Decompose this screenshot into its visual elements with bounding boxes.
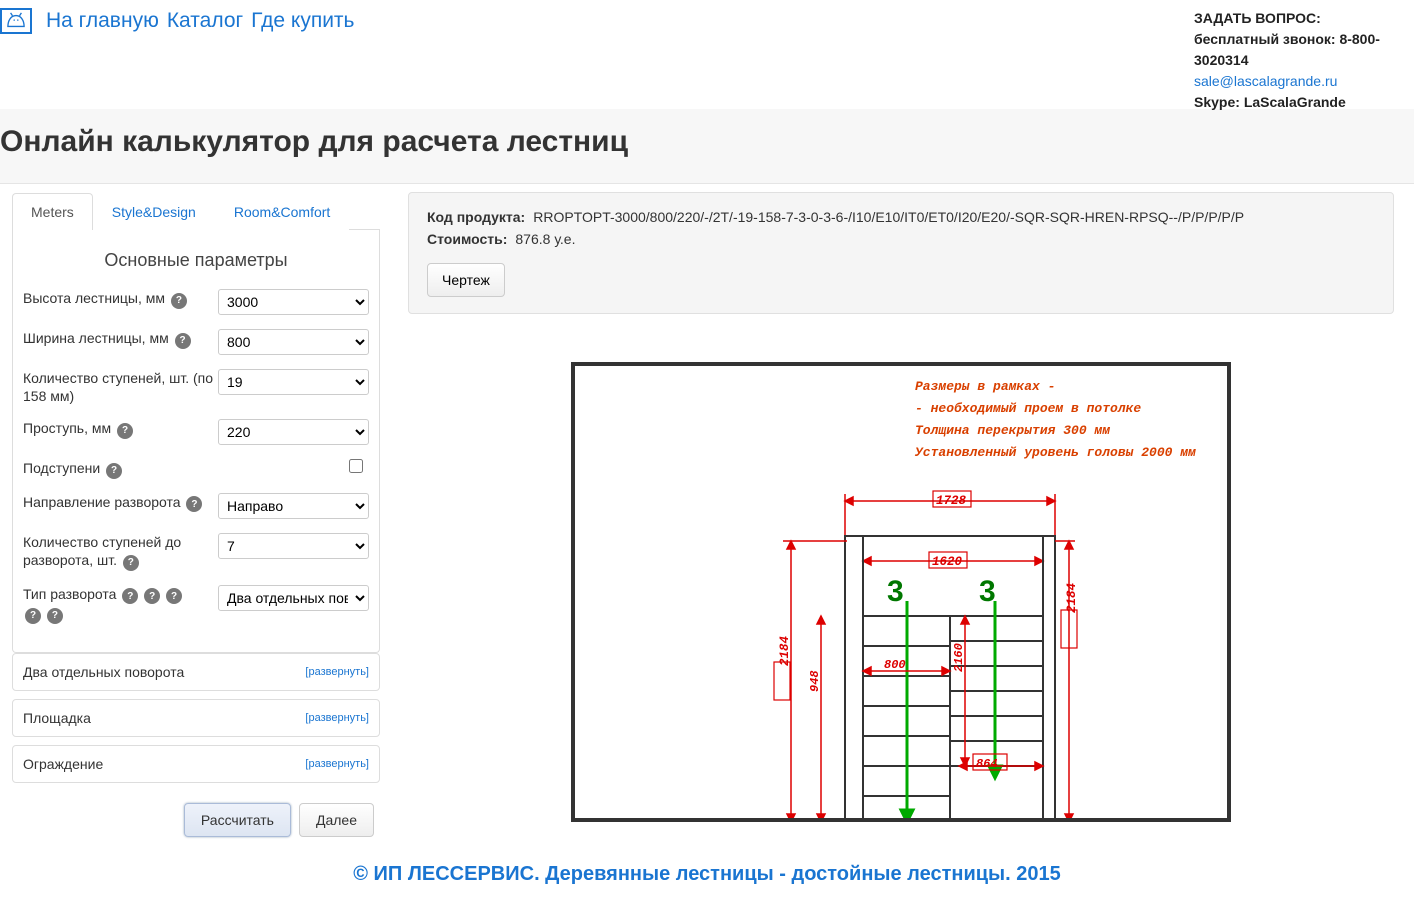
help-icon[interactable]: ? [186, 496, 202, 512]
dim-right-outer: 2184 [1065, 582, 1079, 613]
footer: © ИП ЛЕССЕРВИС. Деревянные лестницы - до… [0, 841, 1414, 898]
select-width[interactable]: 800 [218, 329, 369, 355]
nav-catalog[interactable]: Каталог [167, 9, 243, 33]
help-icon[interactable]: ? [106, 463, 122, 479]
dim-864: 864 [976, 757, 998, 771]
stair-drawing-svg: Размеры в рамках - - необходимый проем в… [575, 366, 1231, 822]
row-tread: Проступь, мм ? 220 [23, 419, 369, 445]
help-icon[interactable]: ? [117, 423, 133, 439]
legend-l2: - необходимый проем в потолке [915, 401, 1141, 416]
dim-left-outer: 2184 [778, 635, 792, 666]
drawing-frame: Размеры в рамках - - необходимый проем в… [571, 362, 1231, 822]
product-cost-value: 876.8 у.е. [515, 231, 575, 247]
tab-meters[interactable]: Meters [12, 193, 93, 230]
tab-room[interactable]: Room&Comfort [215, 193, 349, 230]
next-button[interactable]: Далее [299, 803, 374, 837]
product-cost-label: Стоимость: [427, 231, 507, 247]
label-steps: Количество ступеней, шт. (по 158 мм) [23, 370, 213, 404]
help-icon[interactable]: ? [144, 588, 160, 604]
label-turn-dir: Направление разворота [23, 494, 181, 510]
dim-top-inner: 1620 [932, 555, 963, 569]
select-height[interactable]: 3000 [218, 289, 369, 315]
drawing-area: Размеры в рамках - - необходимый проем в… [408, 362, 1394, 822]
drawing-button[interactable]: Чертеж [427, 263, 505, 297]
select-tread[interactable]: 220 [218, 419, 369, 445]
nav-home[interactable]: На главную [46, 9, 159, 33]
label-height: Высота лестницы, мм [23, 290, 165, 306]
label-risers: Подступени [23, 460, 100, 476]
acc-title: Площадка [23, 710, 91, 726]
row-steps-before: Количество ступеней до разворота, шт. ? … [23, 533, 369, 571]
help-icon[interactable]: ? [123, 555, 139, 571]
row-width: Ширина лестницы, мм ? 800 [23, 329, 369, 355]
help-icon[interactable]: ? [122, 588, 138, 604]
select-turn-type[interactable]: Два отдельных пово [218, 585, 369, 611]
help-icon[interactable]: ? [25, 608, 41, 624]
top-nav: На главную Каталог Где купить ЗАДАТЬ ВОП… [0, 0, 1414, 113]
select-turn-dir[interactable]: Направо [218, 493, 369, 519]
accordion-platform[interactable]: Площадка [развернуть] [12, 699, 380, 737]
right-panel: Код продукта: RROPTOPT-3000/800/220/-/2T… [380, 192, 1414, 822]
checkbox-risers[interactable] [349, 459, 363, 473]
select-steps-before[interactable]: 7 [218, 533, 369, 559]
arrow-three-2: 3 [979, 575, 996, 608]
label-turn-type: Тип разворота [23, 586, 116, 602]
acc-toggle[interactable]: [развернуть] [305, 712, 369, 724]
dim-right-inner: 2160 [952, 643, 966, 672]
legend-l3: Толщина перекрытия 300 мм [915, 423, 1110, 438]
contact-email[interactable]: sale@lascalagrande.ru [1194, 73, 1337, 89]
help-icon[interactable]: ? [175, 333, 191, 349]
tabs: Meters Style&Design Room&Comfort [12, 192, 380, 230]
label-tread: Проступь, мм [23, 420, 111, 436]
acc-title: Ограждение [23, 756, 103, 772]
select-steps[interactable]: 19 [218, 369, 369, 395]
dim-left-inner: 948 [808, 670, 822, 692]
help-icon[interactable]: ? [166, 588, 182, 604]
label-steps-before: Количество ступеней до разворота, шт. [23, 534, 181, 568]
contact-block: ЗАДАТЬ ВОПРОС: бесплатный звонок: 8-800-… [1194, 8, 1414, 113]
tab-style[interactable]: Style&Design [93, 193, 215, 230]
logo-icon[interactable] [0, 8, 32, 34]
product-code-label: Код продукта: [427, 209, 525, 225]
arrow-three-1: 3 [887, 575, 904, 608]
product-code-value: RROPTOPT-3000/800/220/-/2T/-19-158-7-3-0… [533, 209, 1244, 225]
help-icon[interactable]: ? [47, 608, 63, 624]
panel-heading: Основные параметры [23, 250, 369, 271]
skype-value: LaScalaGrande [1244, 94, 1346, 110]
tab-content-meters: Основные параметры Высота лестницы, мм ?… [12, 230, 380, 653]
skype-label: Skype: [1194, 94, 1240, 110]
acc-toggle[interactable]: [развернуть] [305, 758, 369, 770]
dim-top-outer: 1728 [936, 494, 967, 508]
left-panel: Meters Style&Design Room&Comfort Основны… [0, 192, 380, 841]
legend-l4: Установленный уровень головы 2000 мм [914, 445, 1196, 460]
calculate-button[interactable]: Рассчитать [184, 803, 291, 837]
nav-links: На главную Каталог Где купить [0, 8, 355, 34]
row-turn-dir: Направление разворота ? Направо [23, 493, 369, 519]
ask-label: ЗАДАТЬ ВОПРОС: [1194, 10, 1321, 26]
label-width: Ширина лестницы, мм [23, 330, 169, 346]
page-title: Онлайн калькулятор для расчета лестниц [0, 125, 628, 158]
button-row: Рассчитать Далее [12, 791, 380, 841]
accordion-railing[interactable]: Ограждение [развернуть] [12, 745, 380, 783]
help-icon[interactable]: ? [171, 293, 187, 309]
row-steps: Количество ступеней, шт. (по 158 мм) 19 [23, 369, 369, 405]
row-height: Высота лестницы, мм ? 3000 [23, 289, 369, 315]
acc-toggle[interactable]: [развернуть] [305, 666, 369, 678]
page-title-bar: Онлайн калькулятор для расчета лестниц [0, 109, 1414, 184]
row-turn-type: Тип разворота ? ? ? ? ? Два отдельных по… [23, 585, 369, 624]
acc-title: Два отдельных поворота [23, 664, 184, 680]
main-wrap: Meters Style&Design Room&Comfort Основны… [0, 184, 1414, 841]
nav-where[interactable]: Где купить [251, 9, 354, 33]
legend-l1: Размеры в рамках - [915, 379, 1055, 394]
product-box: Код продукта: RROPTOPT-3000/800/220/-/2T… [408, 192, 1394, 314]
free-call-label: бесплатный звонок: [1194, 31, 1336, 47]
dim-800: 800 [884, 658, 906, 672]
accordion-two-turns[interactable]: Два отдельных поворота [развернуть] [12, 653, 380, 691]
row-risers: Подступени ? [23, 459, 369, 479]
